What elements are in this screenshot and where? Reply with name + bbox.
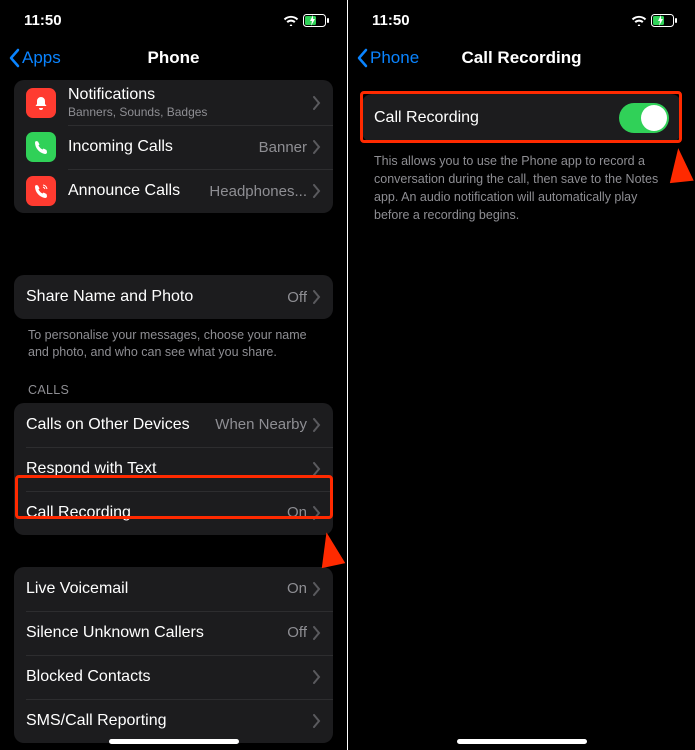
status-icons (283, 14, 329, 27)
row-value: Off (287, 289, 307, 306)
row-share-name-photo[interactable]: Share Name and Photo Off (14, 275, 333, 319)
row-title: Call Recording (374, 109, 619, 127)
chevron-right-icon (313, 290, 321, 304)
group-share: Share Name and Photo Off (14, 275, 333, 319)
row-title: Silence Unknown Callers (26, 624, 279, 642)
back-button[interactable]: Phone (356, 48, 419, 68)
row-call-recording[interactable]: Call Recording On (14, 491, 333, 535)
nav-bar: Phone Call Recording (348, 36, 695, 80)
group-call-recording: Call Recording (362, 94, 681, 142)
call-recording-screen: 11:50 Phone Call Recording Call Recordin… (348, 0, 695, 750)
row-value: On (287, 580, 307, 597)
back-label: Apps (22, 48, 61, 68)
status-icons (631, 14, 677, 27)
row-respond-with-text[interactable]: Respond with Text (14, 447, 333, 491)
status-bar: 11:50 (0, 0, 347, 36)
incoming-calls-icon (26, 132, 56, 162)
group-alerts: Notifications Banners, Sounds, Badges In… (14, 80, 333, 213)
chevron-right-icon (313, 670, 321, 684)
chevron-right-icon (313, 506, 321, 520)
group-misc: Live Voicemail On Silence Unknown Caller… (14, 567, 333, 743)
share-footer: To personalise your messages, choose you… (14, 319, 333, 361)
wifi-icon (283, 14, 299, 26)
row-title: Incoming Calls (68, 138, 251, 156)
status-bar: 11:50 (348, 0, 695, 36)
row-value: Off (287, 624, 307, 641)
row-title: Announce Calls (68, 182, 201, 200)
row-blocked-contacts[interactable]: Blocked Contacts (14, 655, 333, 699)
chevron-left-icon (356, 48, 368, 68)
chevron-left-icon (8, 48, 20, 68)
chevron-right-icon (313, 462, 321, 476)
row-title: Blocked Contacts (26, 668, 307, 686)
home-indicator[interactable] (109, 739, 239, 744)
chevron-right-icon (313, 626, 321, 640)
row-notifications[interactable]: Notifications Banners, Sounds, Badges (14, 80, 333, 125)
row-title: SMS/Call Reporting (26, 712, 307, 730)
chevron-right-icon (313, 418, 321, 432)
home-indicator[interactable] (457, 739, 587, 744)
back-label: Phone (370, 48, 419, 68)
wifi-icon (631, 14, 647, 26)
row-subtitle: Banners, Sounds, Badges (68, 105, 307, 119)
row-sms-call-reporting[interactable]: SMS/Call Reporting (14, 699, 333, 743)
chevron-right-icon (313, 140, 321, 154)
row-title: Call Recording (26, 504, 279, 522)
row-title: Notifications (68, 86, 307, 104)
row-calls-other-devices[interactable]: Calls on Other Devices When Nearby (14, 403, 333, 447)
row-title: Respond with Text (26, 460, 307, 478)
call-recording-description: This allows you to use the Phone app to … (348, 142, 695, 225)
row-value: When Nearby (215, 416, 307, 433)
row-value: Banner (259, 139, 307, 156)
chevron-right-icon (313, 714, 321, 728)
nav-bar: Apps Phone (0, 36, 347, 80)
chevron-right-icon (313, 96, 321, 110)
row-title: Share Name and Photo (26, 288, 279, 306)
status-time: 11:50 (24, 12, 62, 29)
row-value: On (287, 504, 307, 521)
call-recording-toggle[interactable] (619, 103, 669, 133)
row-call-recording-toggle: Call Recording (362, 94, 681, 142)
notifications-icon (26, 88, 56, 118)
phone-settings-screen: 11:50 Apps Phone Notifications Banners, … (0, 0, 347, 750)
chevron-right-icon (313, 582, 321, 596)
battery-icon (303, 14, 329, 27)
row-title: Live Voicemail (26, 580, 279, 598)
status-time: 11:50 (372, 12, 410, 29)
row-silence-unknown[interactable]: Silence Unknown Callers Off (14, 611, 333, 655)
row-title: Calls on Other Devices (26, 416, 207, 434)
calls-section-header: CALLS (14, 361, 333, 403)
row-value: Headphones... (209, 183, 307, 200)
back-button[interactable]: Apps (8, 48, 61, 68)
group-calls: Calls on Other Devices When Nearby Respo… (14, 403, 333, 535)
row-incoming-calls[interactable]: Incoming Calls Banner (14, 125, 333, 169)
announce-calls-icon (26, 176, 56, 206)
row-live-voicemail[interactable]: Live Voicemail On (14, 567, 333, 611)
chevron-right-icon (313, 184, 321, 198)
row-announce-calls[interactable]: Announce Calls Headphones... (14, 169, 333, 213)
battery-icon (651, 14, 677, 27)
